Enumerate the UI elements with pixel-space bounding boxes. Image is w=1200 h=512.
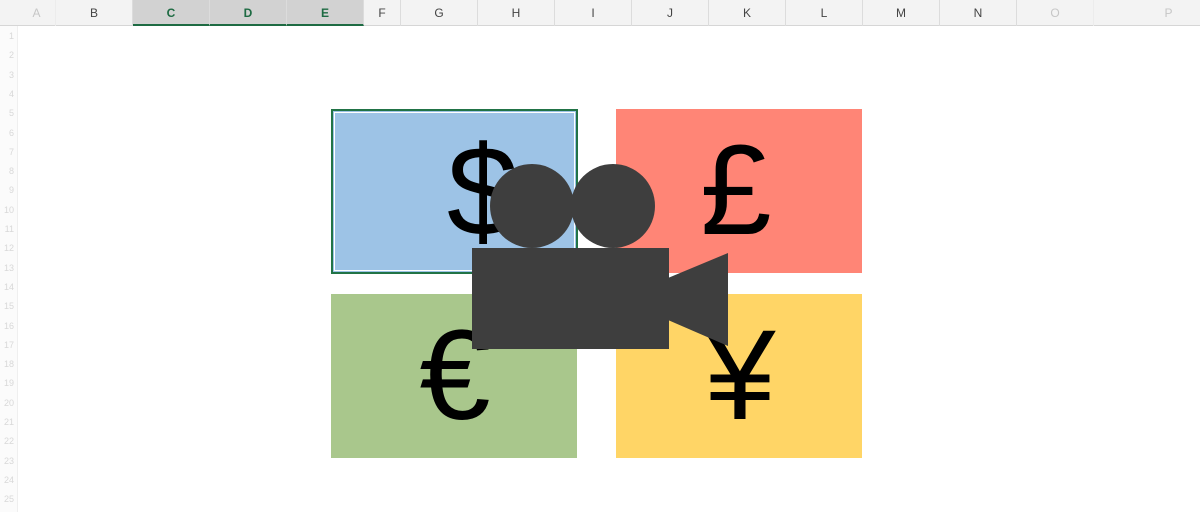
camera-lens [668,253,728,346]
row-header-5[interactable]: 5 [0,109,14,118]
camera-reel-left [490,164,574,248]
camera-body [472,248,669,349]
spreadsheet: ABCDEFGHIJKLMNOP 1 2 3 4 5 6 7 8 9 10 11 12 13 14 15 16… [0,0,1200,512]
row-header-13[interactable]: 13 [0,263,14,273]
column-header-k[interactable]: K [709,0,786,26]
row-header-25[interactable]: 25 [0,495,14,504]
row-header-11[interactable]: 11 [0,225,14,234]
row-header-22[interactable]: 22 [0,437,14,446]
row-header-19[interactable]: 19 [0,379,14,388]
column-header-b[interactable]: B [56,0,133,26]
video-camera-icon[interactable] [472,162,728,350]
column-header-g[interactable]: G [401,0,478,26]
column-header-m[interactable]: M [863,0,940,26]
row-header-1[interactable]: 1 [0,32,14,41]
column-header-n[interactable]: N [940,0,1017,26]
column-header-j[interactable]: J [632,0,709,26]
column-header-o[interactable]: O [1017,0,1094,26]
row-header-7[interactable]: 7 [0,147,14,157]
row-header-4[interactable]: 4 [0,89,14,99]
column-header-d[interactable]: D [210,0,287,26]
column-header-l[interactable]: L [786,0,863,26]
camera-reel-right [571,164,655,248]
row-header-2[interactable]: 2 [0,51,14,60]
row-header-bar: 1 2 3 4 5 6 7 8 9 10 11 12 13 14 15 16 17 18 19 20 21 22 23 24 2… [0,26,18,512]
row-header-24[interactable]: 24 [0,475,14,485]
row-header-15[interactable]: 15 [0,302,14,311]
row-header-8[interactable]: 8 [0,167,14,176]
column-header-c[interactable]: C [133,0,210,26]
column-header-f[interactable]: F [364,0,401,26]
column-header-h[interactable]: H [478,0,555,26]
column-header-p[interactable]: P [1094,0,1200,26]
row-header-6[interactable]: 6 [0,128,14,138]
column-header-e[interactable]: E [287,0,364,26]
row-header-3[interactable]: 3 [0,70,14,80]
row-header-10[interactable]: 10 [0,205,14,215]
row-header-17[interactable]: 17 [0,340,14,350]
row-header-16[interactable]: 16 [0,321,14,331]
column-header-a[interactable]: A [18,0,56,26]
column-header-i[interactable]: I [555,0,632,26]
row-header-21[interactable]: 21 [0,418,14,427]
row-header-23[interactable]: 23 [0,456,14,466]
row-header-14[interactable]: 14 [0,282,14,292]
row-header-20[interactable]: 20 [0,398,14,408]
row-header-18[interactable]: 18 [0,360,14,369]
row-header-12[interactable]: 12 [0,244,14,253]
row-header-9[interactable]: 9 [0,186,14,195]
column-header-bar: ABCDEFGHIJKLMNOP [0,0,1200,26]
